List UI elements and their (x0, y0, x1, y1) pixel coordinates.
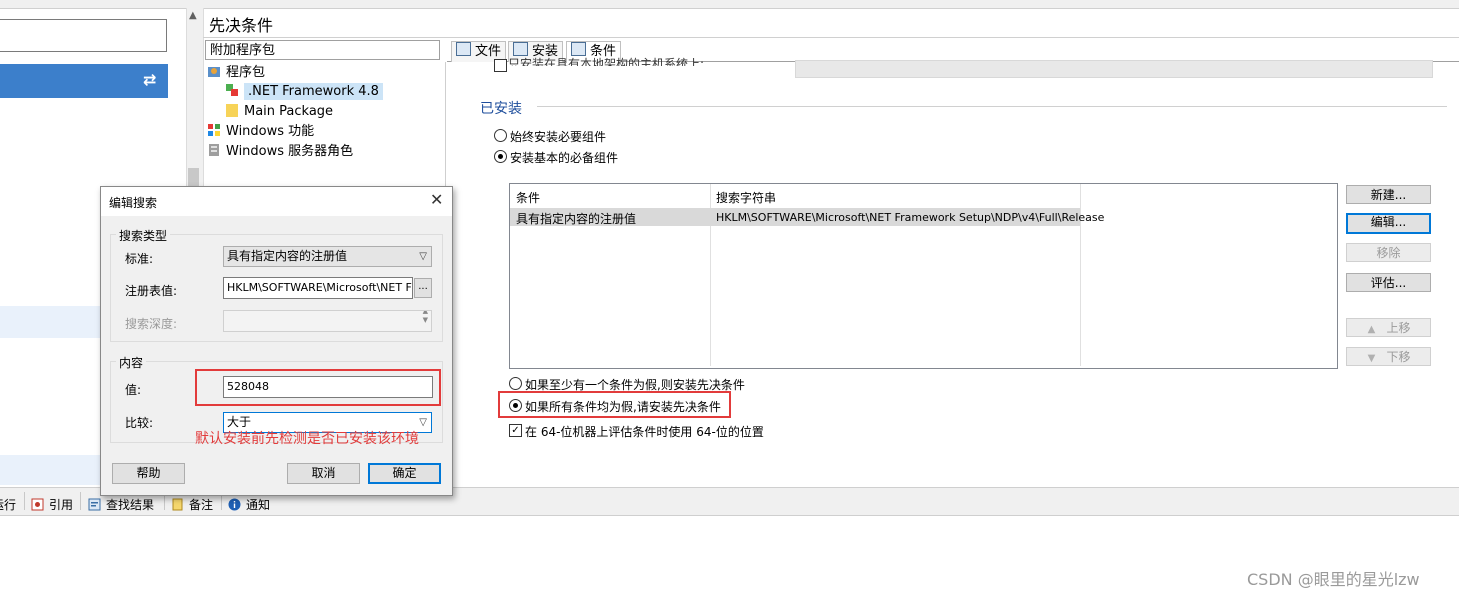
new-button[interactable]: 新建... (1346, 185, 1431, 204)
move-up-label: 上移 (1386, 321, 1411, 335)
tree-item-server-roles[interactable]: Windows 服务器角色 (207, 142, 353, 162)
remove-button[interactable]: 移除 (1346, 243, 1431, 262)
radio-any-false[interactable] (509, 377, 522, 390)
check-64bit[interactable]: ✓ (509, 424, 522, 437)
browse-button[interactable]: ... (414, 278, 432, 298)
watermark: CSDN @眼里的星光lzw (1247, 570, 1420, 589)
tree-item-windows-features[interactable]: Windows 功能 (207, 122, 314, 142)
bottom-tab-label: 查找结果 (106, 498, 155, 512)
scroll-up-icon[interactable]: ▲ (189, 10, 197, 21)
move-down-label: 下移 (1386, 350, 1411, 364)
compare-value: 大于 (227, 415, 252, 429)
swap-icon[interactable]: ⇄ (143, 70, 156, 89)
find-results-icon (88, 498, 101, 511)
installed-group-label: 已安装 (480, 101, 522, 117)
folder-icon (226, 104, 238, 117)
annotation-text: 默认安装前先检测是否已安装该环境 (195, 431, 419, 447)
criteria-value: 具有指定内容的注册值 (227, 249, 348, 263)
table-cell-condition: 具有指定内容的注册值 (516, 212, 637, 226)
bottom-tab-label: 运行 (0, 498, 16, 512)
registry-label: 注册表值: (125, 284, 178, 298)
info-icon (228, 498, 241, 511)
column-header-condition[interactable]: 条件 (516, 189, 540, 206)
stepper-arrows-icon: ▲ ▼ (422, 310, 428, 324)
divider (537, 106, 1447, 107)
depth-label: 搜索深度: (125, 317, 178, 331)
check-64bit-label[interactable]: 在 64-位机器上评估条件时使用 64-位的位置 (525, 423, 764, 440)
arch-select[interactable] (795, 60, 1433, 78)
value-label: 值: (125, 383, 142, 397)
page-title: 先决条件 (209, 16, 274, 35)
tree-item-packages[interactable]: 程序包 (207, 63, 265, 83)
highlight-box (498, 391, 731, 418)
dotnet-package-icon (226, 84, 238, 96)
bottom-tab-notifications[interactable]: 通知 (228, 496, 270, 513)
tree-item-dotnet[interactable]: .NET Framework 4.8 (225, 82, 383, 102)
criteria-select[interactable]: 具有指定内容的注册值 ▽ (223, 246, 432, 267)
radio-basic-install[interactable] (494, 150, 507, 163)
column-header-search-string[interactable]: 搜索字符串 (716, 189, 776, 206)
highlight-box (195, 369, 441, 406)
tree-item-label: .NET Framework 4.8 (244, 83, 383, 100)
bottom-tab-notes[interactable]: 备注 (171, 496, 213, 513)
windows-features-icon (208, 124, 220, 136)
help-button[interactable]: 帮助 (112, 463, 185, 484)
top-toolbar-strip (0, 0, 1459, 9)
reference-icon (31, 498, 44, 511)
bottom-tab-find-results[interactable]: 查找结果 (88, 496, 154, 513)
close-icon[interactable]: ✕ (430, 190, 443, 209)
tree-item-main-package[interactable]: Main Package (225, 102, 333, 122)
move-down-button[interactable]: ▼ 下移 (1346, 347, 1431, 366)
criteria-label: 标准: (125, 252, 154, 266)
divider (203, 37, 1459, 38)
evaluate-button[interactable]: 评估... (1346, 273, 1431, 292)
arrow-up-icon: ▲ (1367, 324, 1376, 335)
tree-item-label: Windows 服务器角色 (226, 144, 354, 159)
bottom-tab-run[interactable]: 运行 (0, 496, 16, 513)
edit-button[interactable]: 编辑... (1346, 213, 1431, 234)
local-arch-label: 只安装在具有本地架构的主机系统上: (508, 57, 705, 66)
arrow-down-icon: ▼ (1367, 353, 1376, 364)
server-role-icon (209, 144, 219, 156)
left-search-input[interactable] (0, 19, 167, 52)
compare-label: 比较: (125, 416, 154, 430)
separator (80, 492, 81, 510)
tree-item-label: 程序包 (226, 65, 266, 80)
cancel-button[interactable]: 取消 (287, 463, 360, 484)
tree-header: 附加程序包 (205, 40, 440, 60)
package-icon (208, 67, 220, 77)
dialog-title: 编辑搜索 (109, 196, 158, 210)
depth-stepper[interactable]: ▲ ▼ (223, 310, 432, 332)
content-group-label: 内容 (116, 354, 147, 371)
notes-icon (172, 498, 183, 511)
tab-label: 文件 (475, 44, 502, 59)
scrollbar-thumb[interactable] (188, 168, 199, 186)
ok-button[interactable]: 确定 (368, 463, 441, 484)
file-icon (456, 42, 471, 56)
separator (24, 492, 25, 510)
registry-value-field[interactable]: HKLM\SOFTWARE\Microsoft\NET Fram (223, 277, 413, 299)
move-up-button[interactable]: ▲ 上移 (1346, 318, 1431, 337)
tree-item-label: Main Package (244, 104, 334, 119)
radio-basic-install-label[interactable]: 安装基本的必备组件 (510, 149, 618, 166)
local-arch-checkbox[interactable] (494, 59, 507, 72)
radio-always-install-label[interactable]: 始终安装必要组件 (510, 128, 606, 145)
bottom-tab-label: 通知 (246, 498, 271, 512)
install-icon (513, 42, 528, 56)
table-cell-search-string: HKLM\SOFTWARE\Microsoft\NET Framework Se… (716, 211, 1105, 224)
bottom-tab-label: 引用 (49, 498, 74, 512)
chevron-down-icon: ▽ (419, 251, 427, 262)
condition-icon (571, 42, 586, 56)
chevron-down-icon: ▽ (419, 417, 427, 428)
search-type-group-label: 搜索类型 (116, 227, 171, 244)
bottom-tab-label: 备注 (189, 498, 214, 512)
bottom-tab-references[interactable]: 引用 (31, 496, 73, 513)
tree-item-label: Windows 功能 (226, 124, 315, 139)
radio-always-install[interactable] (494, 129, 507, 142)
